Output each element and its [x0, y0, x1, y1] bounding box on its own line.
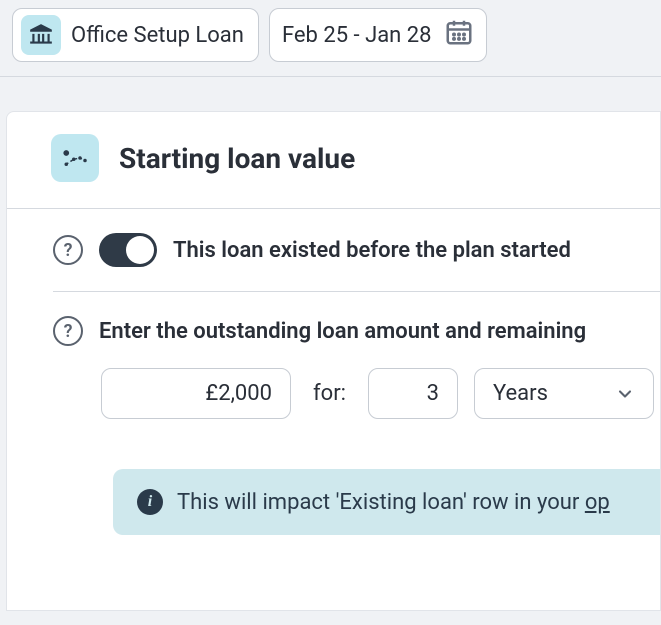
- loan-duration-input[interactable]: 3: [368, 368, 458, 419]
- prompt-row: ? Enter the outstanding loan amount and …: [7, 292, 660, 350]
- calendar-icon: [444, 17, 474, 53]
- chevron-down-icon: [615, 384, 635, 404]
- info-icon: i: [137, 489, 163, 515]
- existed-before-row: ? This loan existed before the plan star…: [53, 209, 660, 292]
- existed-before-toggle[interactable]: [99, 233, 157, 267]
- help-icon[interactable]: ?: [53, 316, 83, 346]
- duration-unit-value: Years: [493, 381, 548, 406]
- card-header: Starting loan value: [7, 112, 660, 209]
- top-bar: Office Setup Loan Feb 25 - Jan 28: [0, 0, 661, 77]
- chart-icon: [51, 134, 99, 182]
- amount-input-row: £2,000 for: 3 Years: [7, 350, 660, 439]
- date-range-text: Feb 25 - Jan 28: [282, 23, 432, 48]
- info-banner: i This will impact 'Existing loan' row i…: [113, 469, 660, 535]
- date-range-chip[interactable]: Feb 25 - Jan 28: [269, 8, 487, 62]
- for-label: for:: [307, 381, 352, 406]
- toggle-knob: [126, 236, 154, 264]
- loan-name-text: Office Setup Loan: [71, 23, 244, 48]
- loan-card: Starting loan value ? This loan existed …: [6, 111, 661, 611]
- existed-before-label: This loan existed before the plan starte…: [173, 238, 571, 263]
- loan-amount-input[interactable]: £2,000: [101, 368, 291, 419]
- amount-prompt: Enter the outstanding loan amount and re…: [99, 319, 586, 344]
- info-text: This will impact 'Existing loan' row in …: [177, 490, 610, 515]
- duration-unit-select[interactable]: Years: [474, 368, 654, 419]
- help-icon[interactable]: ?: [53, 235, 83, 265]
- opening-balances-link[interactable]: op: [585, 490, 610, 515]
- bank-icon: [21, 15, 61, 55]
- loan-name-chip[interactable]: Office Setup Loan: [12, 8, 259, 62]
- card-title: Starting loan value: [119, 142, 355, 175]
